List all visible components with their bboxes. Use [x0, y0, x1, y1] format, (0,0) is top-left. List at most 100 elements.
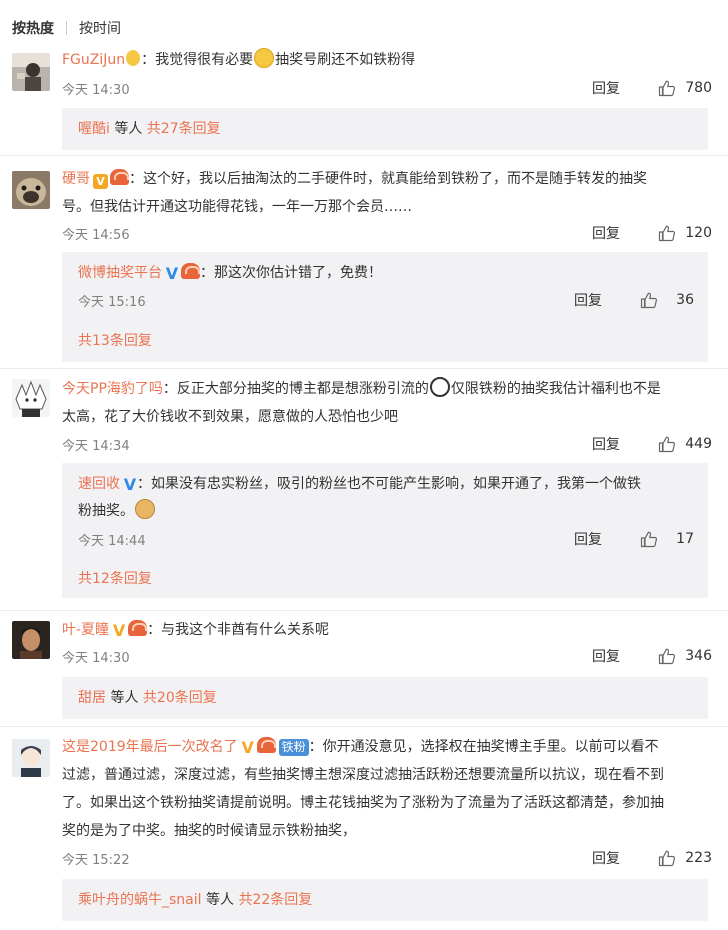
- avatar[interactable]: [12, 739, 50, 777]
- comment-text-line: 太高，花了大价钱收不到效果，愿意做的人恐怕也少吧: [62, 409, 398, 425]
- reply-button[interactable]: 回复: [574, 290, 602, 310]
- reply-summary[interactable]: 喔酷i 等人 共27条回复: [62, 108, 708, 150]
- thumbs-up-icon: [658, 80, 676, 97]
- thumbs-up-icon: [658, 850, 676, 867]
- nested-reply: 速回收 V：如果没有忠实粉丝，吸引的粉丝也不可能产生影响，如果开通了，我第一个做铁…: [62, 463, 708, 598]
- avatar[interactable]: [12, 379, 50, 417]
- vip-icon: [181, 263, 200, 279]
- comment-item: 硬哥 V ：这个好，我以后抽淘汰的二手硬件时，就真能给到铁粉了，而不是随手转发的抽奖…: [0, 165, 728, 362]
- vip-icon: [110, 169, 129, 185]
- like-count: 120: [685, 225, 712, 241]
- comment-feed: 按热度 按时间 FGuZiJun ：我觉得很有必要 抽奖号刷还不如铁粉得 今天 14…: [0, 0, 728, 930]
- like-button[interactable]: 449: [658, 435, 712, 453]
- like-button[interactable]: 780: [658, 79, 712, 97]
- vip-icon: [256, 737, 276, 753]
- reply-text: 速回收 V：如果没有忠实粉丝，吸引的粉丝也不可能产生影响，如果开通了，我第一个做铁: [78, 475, 641, 494]
- sort-by-hot[interactable]: 按热度: [12, 18, 54, 38]
- reply-meta: 今天 15:16 回复 36: [78, 289, 694, 311]
- reply-time: 今天 14:44: [78, 533, 146, 549]
- comment-time: 今天 14:30: [62, 650, 130, 666]
- comment-meta: 今天 14:34 回复 449: [62, 433, 712, 455]
- comment-meta: 今天 15:22 回复 223: [62, 847, 712, 869]
- reply-count-link[interactable]: 共13条回复: [78, 333, 152, 349]
- avatar[interactable]: [12, 171, 50, 209]
- comment-time: 今天 14:56: [62, 227, 130, 243]
- laugh-emoji-icon: [254, 48, 275, 68]
- thumbs-up-icon: [658, 648, 676, 665]
- reply-button[interactable]: 回复: [592, 223, 620, 243]
- username[interactable]: 这是2019年最后一次改名了: [62, 739, 238, 755]
- username[interactable]: FGuZiJun: [62, 52, 125, 68]
- comment-text: FGuZiJun ：我觉得很有必要 抽奖号刷还不如铁粉得: [62, 46, 706, 74]
- thumbs-up-icon: [658, 225, 676, 242]
- reply-summary-name[interactable]: 乘叶舟的蜗牛_snail: [78, 892, 202, 908]
- username[interactable]: 今天PP海豹了吗: [62, 381, 163, 397]
- reply-username[interactable]: 速回收: [78, 476, 120, 492]
- verified-orange-icon: V: [112, 621, 126, 640]
- reply-time: 今天 15:16: [78, 294, 146, 310]
- doge-emoji-icon: [135, 499, 155, 519]
- divider: [0, 726, 728, 727]
- reply-summary-name[interactable]: 甜居: [78, 690, 106, 706]
- username[interactable]: 叶-夏瞳: [62, 622, 109, 638]
- reply-meta: 今天 14:44 回复 17: [78, 528, 694, 550]
- reply-summary-name[interactable]: 喔酷i: [78, 121, 110, 137]
- like-count: 780: [685, 80, 712, 96]
- avatar[interactable]: [12, 621, 50, 659]
- comment-item: 叶-夏瞳 V ：与我这个非酋有什么关系呢 今天 14:30 回复 346 甜居 等人…: [0, 615, 728, 720]
- nested-reply: 微博抽奖平台 V ：那这次你估计错了，免费！ 今天 15:16 回复 36 共13条…: [62, 252, 708, 362]
- thumbs-up-icon: [640, 292, 658, 309]
- reply-username[interactable]: 微博抽奖平台: [78, 265, 162, 281]
- reply-button[interactable]: 回复: [592, 848, 620, 868]
- comment-item: FGuZiJun ：我觉得很有必要 抽奖号刷还不如铁粉得 今天 14:30 回复 7…: [0, 48, 728, 150]
- reply-count-link[interactable]: 共12条回复: [78, 571, 152, 587]
- reply-count-link[interactable]: 共20条回复: [143, 690, 217, 706]
- like-count: 346: [685, 648, 712, 664]
- like-count: 36: [676, 292, 694, 308]
- comment-time: 今天 15:22: [62, 852, 130, 868]
- panda-emoji-icon: [429, 377, 450, 397]
- reply-button[interactable]: 回复: [592, 646, 620, 666]
- divider: [0, 155, 728, 156]
- comment-text-line: 过滤，普通过滤，深度过滤，有些抽奖博主想深度过滤抽活跃粉还想要流量所以抗议，现在…: [62, 767, 664, 783]
- reply-button[interactable]: 回复: [574, 529, 602, 549]
- thumbs-up-icon: [658, 436, 676, 453]
- comment-item: 这是2019年最后一次改名了 V 铁粉 ：你开通没意见，选择权在抽奖博主手里。以前可以…: [0, 731, 728, 921]
- like-button[interactable]: 36: [640, 291, 694, 309]
- like-count: 449: [685, 436, 712, 452]
- comment-item: 今天PP海豹了吗：反正大部分抽奖的博主都是想涨粉引流的 仅限铁粉的抽奖我估计福利也…: [0, 373, 728, 605]
- reply-text-line: 粉抽奖。: [78, 497, 690, 525]
- reply-button[interactable]: 回复: [592, 78, 620, 98]
- like-button[interactable]: 120: [658, 224, 712, 242]
- like-count: 17: [676, 531, 694, 547]
- verified-blue-icon: V: [123, 475, 137, 494]
- like-count: 223: [685, 850, 712, 866]
- sort-bar: 按热度 按时间: [12, 16, 121, 40]
- comment-text-line: 了。如果出这个铁粉抽奖请提前说明。博主花钱抽奖为了涨粉为了流量为了活跃这都清楚，…: [62, 795, 664, 811]
- username[interactable]: 硬哥: [62, 171, 90, 187]
- iron-fan-badge: 铁粉: [278, 739, 309, 756]
- verified-orange-icon: V: [241, 738, 254, 757]
- like-button[interactable]: 17: [640, 530, 694, 548]
- reply-summary[interactable]: 甜居 等人 共20条回复: [62, 677, 708, 719]
- sort-divider: [66, 21, 67, 35]
- comment-time: 今天 14:30: [62, 82, 130, 98]
- reply-count-link[interactable]: 共27条回复: [147, 121, 221, 137]
- comment-text: 叶-夏瞳 V ：与我这个非酋有什么关系呢: [62, 620, 330, 640]
- comment-text: 硬哥 V ：这个好，我以后抽淘汰的二手硬件时，就真能给到铁粉了，而不是随手转发的抽奖: [62, 169, 647, 189]
- comment-text-line: 奖的是为了中奖。抽奖的时候请显示铁粉抽奖，: [62, 823, 356, 839]
- comment-text: 这是2019年最后一次改名了 V 铁粉 ：你开通没意见，选择权在抽奖博主手里。以前可以…: [62, 737, 659, 757]
- avatar[interactable]: [12, 53, 50, 91]
- reply-count-link[interactable]: 共22条回复: [238, 892, 312, 908]
- comment-time: 今天 14:34: [62, 438, 130, 454]
- reply-text: 微博抽奖平台 V ：那这次你估计错了，免费！: [78, 263, 382, 283]
- vip-icon: [128, 620, 148, 636]
- comment-text: 今天PP海豹了吗：反正大部分抽奖的博主都是想涨粉引流的 仅限铁粉的抽奖我估计福利也…: [62, 375, 706, 403]
- like-button[interactable]: 223: [658, 849, 712, 867]
- comment-meta: 今天 14:56 回复 120: [62, 222, 712, 244]
- like-button[interactable]: 346: [658, 647, 712, 665]
- reply-summary[interactable]: 乘叶舟的蜗牛_snail 等人 共22条回复: [62, 879, 708, 921]
- verified-blue-icon: V: [165, 264, 179, 283]
- reply-button[interactable]: 回复: [592, 434, 620, 454]
- sort-by-time[interactable]: 按时间: [79, 18, 121, 38]
